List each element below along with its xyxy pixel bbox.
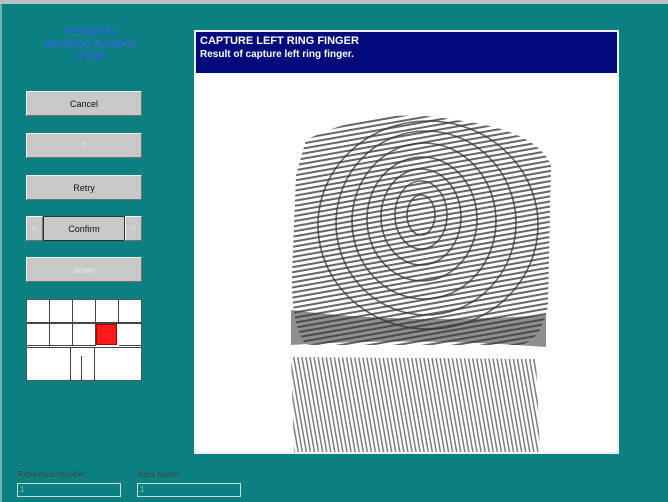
finger-cell-left-little-top[interactable] [27, 300, 50, 323]
brand-line-2: Biometric Systems [44, 38, 136, 50]
finger-cell-left-index-top[interactable] [96, 300, 119, 323]
finger-cell-right-top[interactable] [119, 300, 142, 323]
finger-cell-row2-2[interactable] [50, 323, 73, 346]
help-button[interactable]: ? [26, 133, 142, 158]
thumb-divider [81, 356, 82, 381]
next-button[interactable]: > [125, 216, 142, 241]
cancel-button[interactable]: Cancel [26, 91, 142, 116]
previous-button[interactable]: < [26, 216, 43, 241]
finger-cell-left-ring-top[interactable] [50, 300, 73, 323]
fingerprint-image [196, 75, 617, 452]
window-top-border [0, 0, 668, 4]
brand-line-1: HEIMANN [64, 26, 116, 38]
capture-panel: CAPTURE LEFT RING FINGER Result of captu… [194, 30, 619, 454]
finger-cell-row2-5[interactable] [119, 323, 142, 346]
capture-title: CAPTURE LEFT RING FINGER [200, 35, 359, 47]
fingerprint-graphic [291, 115, 551, 452]
finger-cell-left-middle-top[interactable] [73, 300, 96, 323]
brand-line-3: GmbH [74, 50, 106, 62]
thumb-cells[interactable] [70, 347, 95, 381]
brand-logo-text: HEIMANN Biometric Systems GmbH [30, 26, 150, 62]
alias-name-label: Alias Name [138, 470, 179, 479]
reference-number-label: Reference Number [18, 470, 86, 479]
confirm-button[interactable]: Confirm [43, 216, 125, 241]
finger-cell-selected[interactable] [96, 324, 117, 345]
capture-title-bar: CAPTURE LEFT RING FINGER Result of captu… [196, 32, 617, 73]
alias-name-field[interactable]: 1 [137, 483, 241, 497]
window-left-border [0, 4, 2, 502]
reference-number-field[interactable]: 1 [17, 483, 121, 497]
capture-subtitle: Result of capture left ring finger. [200, 49, 354, 60]
finger-cell-row2-1[interactable] [27, 323, 50, 346]
retry-button[interactable]: Retry [26, 175, 142, 200]
finger-cell-row2-3[interactable] [73, 323, 96, 346]
down-button[interactable]: down [26, 257, 142, 282]
finger-selection-map[interactable] [26, 299, 142, 381]
